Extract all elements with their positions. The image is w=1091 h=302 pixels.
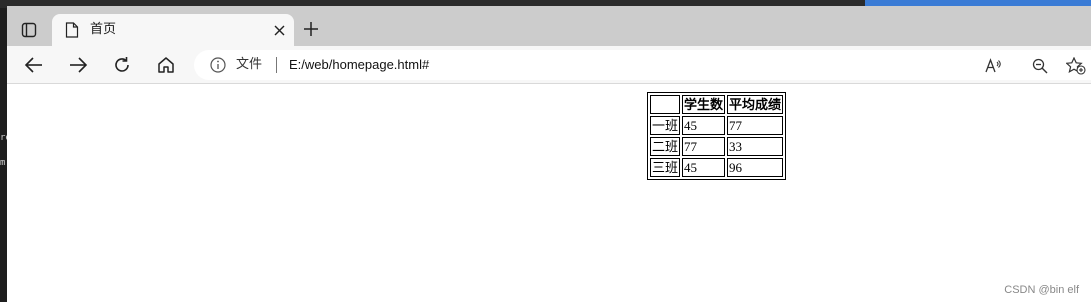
students-cell: 45 — [682, 116, 726, 135]
table-header-cell: 平均成绩 — [727, 95, 784, 114]
table-header-cell — [650, 95, 681, 114]
browser-window: 首页 文件 E:/web/homepage.html# 学生数 平均成绩 一班 … — [7, 6, 1091, 302]
watermark-text: CSDN @bin elf — [1004, 284, 1079, 296]
read-aloud-icon — [985, 58, 1001, 73]
tab-actions-icon — [21, 22, 37, 38]
arrow-left-icon — [24, 57, 42, 73]
table-row: 二班 77 33 — [650, 137, 784, 156]
home-button[interactable] — [153, 52, 179, 78]
add-favorite-button[interactable] — [1066, 56, 1086, 76]
background-text-fragment: m — [0, 158, 6, 168]
table-header-row: 学生数 平均成绩 — [650, 95, 784, 114]
arrow-right-icon — [70, 57, 88, 73]
table-row: 三班 45 96 — [650, 158, 784, 177]
tab-actions-button[interactable] — [18, 20, 40, 40]
average-cell: 33 — [727, 137, 784, 156]
file-scheme-label: 文件 — [236, 57, 263, 72]
info-icon[interactable] — [210, 57, 226, 73]
browser-toolbar: 文件 E:/web/homepage.html# — [7, 46, 1091, 84]
average-cell: 77 — [727, 116, 784, 135]
tab-strip: 首页 — [7, 6, 1091, 46]
tab-title: 首页 — [90, 22, 117, 37]
refresh-icon — [115, 57, 129, 72]
background-window-edge: re m — [0, 8, 7, 302]
close-icon — [274, 25, 284, 35]
table-header-cell: 学生数 — [682, 95, 726, 114]
page-icon — [65, 22, 79, 38]
star-add-icon — [1066, 57, 1086, 75]
home-icon — [158, 57, 174, 73]
url-text[interactable]: E:/web/homepage.html# — [289, 56, 429, 74]
page-content: 学生数 平均成绩 一班 45 77 二班 77 33 三班 45 96 CSDN… — [7, 85, 1091, 302]
new-tab-button[interactable] — [300, 18, 322, 40]
tab-homepage[interactable]: 首页 — [52, 14, 294, 46]
table-row: 一班 45 77 — [650, 116, 784, 135]
forward-button[interactable] — [65, 52, 91, 78]
background-text-fragment: re — [0, 133, 7, 143]
students-cell: 77 — [682, 137, 726, 156]
zoom-button[interactable] — [1030, 56, 1050, 76]
row-label-cell: 二班 — [650, 137, 681, 156]
address-bar[interactable]: 文件 E:/web/homepage.html# — [194, 50, 1091, 80]
read-aloud-button[interactable] — [984, 56, 1004, 76]
tab-close-button[interactable] — [270, 21, 288, 39]
row-label-cell: 三班 — [650, 158, 681, 177]
zoom-out-icon — [1032, 58, 1048, 74]
students-cell: 45 — [682, 158, 726, 177]
plus-icon — [304, 22, 318, 36]
refresh-button[interactable] — [109, 52, 135, 78]
row-label-cell: 一班 — [650, 116, 681, 135]
class-scores-table: 学生数 平均成绩 一班 45 77 二班 77 33 三班 45 96 — [647, 92, 787, 180]
address-separator — [276, 57, 277, 73]
average-cell: 96 — [727, 158, 784, 177]
back-button[interactable] — [21, 52, 47, 78]
